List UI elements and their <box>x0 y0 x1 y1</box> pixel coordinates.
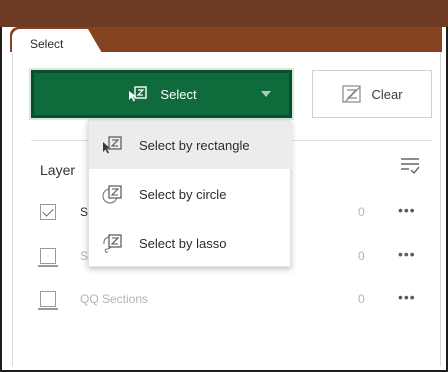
more-options-icon[interactable]: ••• <box>398 246 416 262</box>
menu-item-select-by-rectangle[interactable]: Select by rectangle <box>89 121 292 169</box>
layer-name: S <box>80 205 89 219</box>
clear-button[interactable]: Clear <box>312 70 432 118</box>
menu-item-label: Select by rectangle <box>139 137 250 153</box>
layer-checkbox[interactable] <box>38 248 58 267</box>
layer-name: S <box>80 249 89 263</box>
select-lasso-icon <box>103 234 122 253</box>
layer-checkbox[interactable] <box>38 291 58 310</box>
menu-item-label: Select by lasso <box>139 235 227 251</box>
layer-row: QQ Sections 0 ••• <box>38 289 420 310</box>
select-button-label: Select <box>160 86 197 102</box>
layer-heading: Layer <box>40 162 76 178</box>
clear-button-label: Clear <box>371 86 403 102</box>
chevron-down-icon <box>261 91 271 97</box>
header-bar <box>0 0 448 27</box>
menu-item-select-by-circle[interactable]: Select by circle <box>89 170 292 218</box>
tab-select[interactable]: Select <box>12 29 102 53</box>
more-options-icon[interactable]: ••• <box>398 289 416 305</box>
layer-name: QQ Sections <box>80 292 149 306</box>
select-dropdown-button[interactable]: Select <box>29 68 294 120</box>
menu-item-label: Select by circle <box>139 186 227 202</box>
menu-item-select-by-lasso[interactable]: Select by lasso <box>89 219 292 267</box>
layer-count: 0 <box>358 249 365 263</box>
select-method-menu: Select by rectangle Select by circle Sel… <box>88 120 292 267</box>
select-circle-icon <box>102 185 122 204</box>
more-options-icon[interactable]: ••• <box>398 202 416 218</box>
select-rectangle-icon <box>103 136 122 154</box>
clear-selection-icon <box>342 85 362 103</box>
sort-icon[interactable] <box>399 154 421 176</box>
layer-checkbox[interactable] <box>40 204 56 220</box>
select-rectangle-icon <box>129 86 148 102</box>
layer-count: 0 <box>358 205 365 219</box>
layer-count: 0 <box>358 292 365 306</box>
